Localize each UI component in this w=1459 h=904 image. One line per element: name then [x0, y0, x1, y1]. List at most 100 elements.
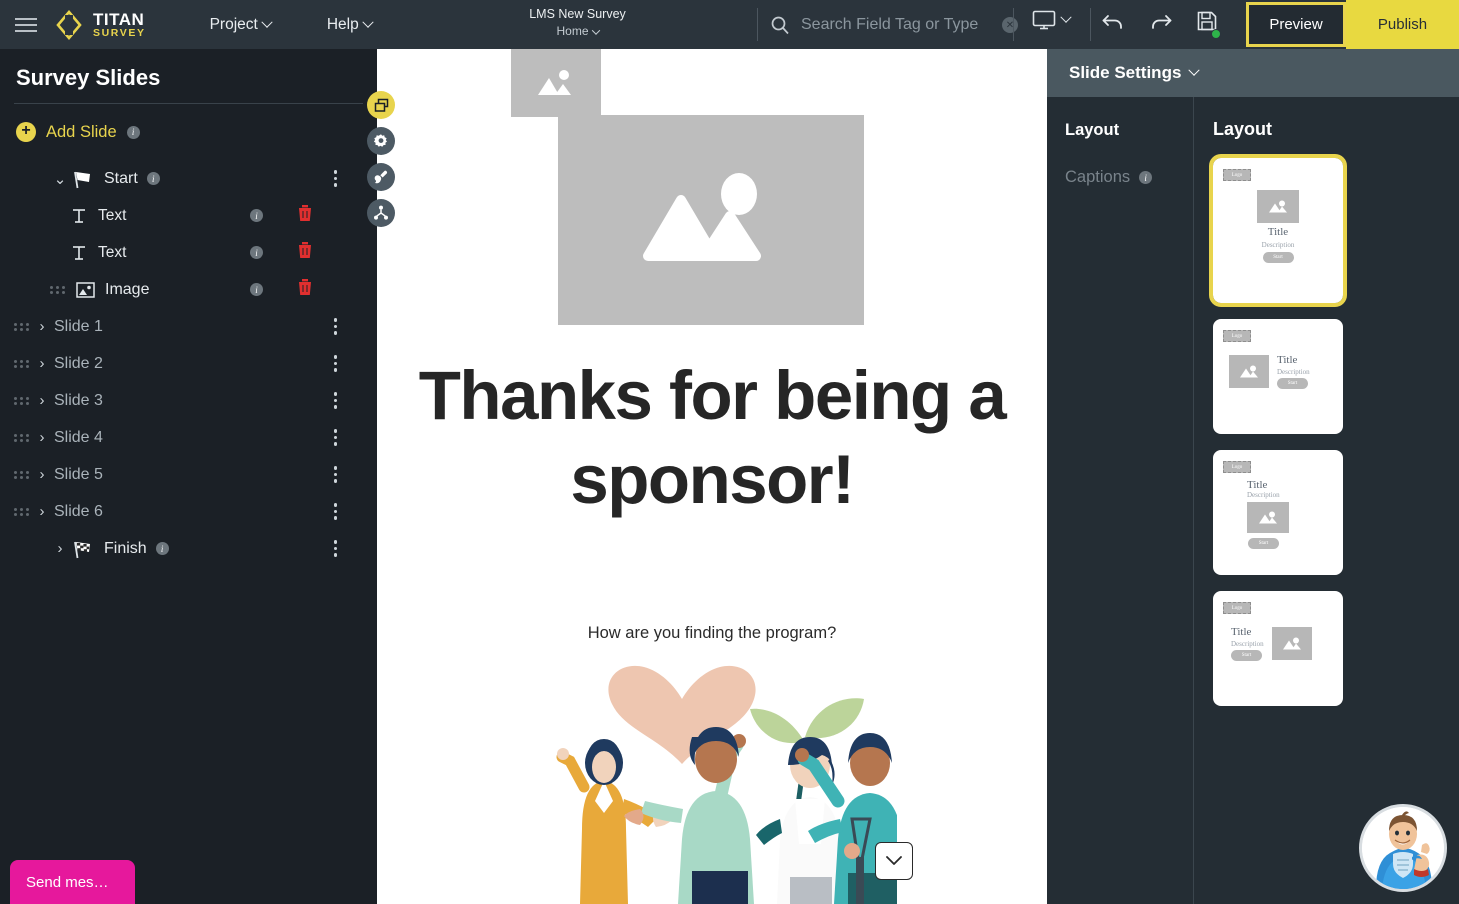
- preview-button[interactable]: Preview: [1246, 2, 1346, 47]
- undo-icon[interactable]: [1100, 8, 1126, 39]
- duplicate-icon[interactable]: [367, 91, 395, 119]
- branch-icon[interactable]: [367, 199, 395, 227]
- save-icon[interactable]: [1196, 10, 1221, 39]
- drag-handle-icon[interactable]: [14, 470, 30, 479]
- slide-headline[interactable]: Thanks for being a sponsor!: [417, 354, 1007, 522]
- main-image-placeholder[interactable]: [558, 115, 864, 325]
- thumb-image-placeholder: [1271, 627, 1312, 660]
- tree-node-slide-3[interactable]: › Slide 3: [14, 382, 363, 419]
- top-bar: TITAN SURVEY Project Help LMS New Survey…: [0, 0, 1459, 49]
- tree-node-slide-1[interactable]: › Slide 1: [14, 308, 363, 345]
- tree-child-label: Image: [105, 280, 150, 298]
- add-slide-button[interactable]: + Add Slide i: [14, 118, 363, 146]
- layout-thumb-image-left[interactable]: Logo Title Description Start: [1213, 319, 1343, 434]
- info-icon[interactable]: i: [155, 542, 169, 555]
- settings-tab-layout[interactable]: Layout: [1065, 121, 1193, 140]
- delete-icon[interactable]: [297, 278, 313, 301]
- info-icon[interactable]: i: [250, 283, 263, 296]
- chevron-right-icon[interactable]: ›: [30, 429, 54, 446]
- layout-thumb-centered[interactable]: Logo Title Description Start: [1209, 154, 1347, 307]
- sidebar-fab-group: [367, 91, 395, 227]
- node-menu-icon[interactable]: [333, 318, 337, 335]
- delete-icon[interactable]: [297, 204, 313, 227]
- drag-handle-icon[interactable]: [14, 359, 30, 368]
- menu-help[interactable]: Help: [319, 16, 380, 34]
- chevron-right-icon[interactable]: ›: [30, 503, 54, 520]
- tree-node-slide-2[interactable]: › Slide 2: [14, 345, 363, 382]
- chevron-down-icon: [362, 16, 374, 28]
- sidebar-title: Survey Slides: [16, 65, 161, 90]
- divider: [14, 103, 363, 104]
- device-preview-selector[interactable]: [1032, 10, 1072, 30]
- tree-node-label: Slide 5: [54, 465, 103, 483]
- tree-child-image[interactable]: Image i: [14, 271, 363, 308]
- slide-settings-header[interactable]: Slide Settings: [1047, 49, 1459, 97]
- redo-icon[interactable]: [1148, 8, 1174, 39]
- tree-node-finish[interactable]: › Finish i: [14, 530, 363, 567]
- drag-handle-icon[interactable]: [14, 507, 30, 516]
- document-title: LMS New Survey: [529, 7, 626, 21]
- layout-thumb-text-above-image[interactable]: Logo Title Description Start: [1213, 450, 1343, 575]
- drag-handle-icon[interactable]: [14, 322, 30, 331]
- chevron-down-icon[interactable]: ⌄: [48, 170, 72, 188]
- monitor-icon: [1032, 10, 1056, 30]
- tree-node-slide-5[interactable]: › Slide 5: [14, 456, 363, 493]
- layout-section-title: Layout: [1213, 119, 1273, 139]
- app-root: TITAN SURVEY Project Help LMS New Survey…: [0, 0, 1459, 904]
- slide-subline[interactable]: How are you finding the program?: [417, 624, 1007, 643]
- node-menu-icon[interactable]: [333, 355, 337, 372]
- titan-diamond-icon: [56, 9, 82, 40]
- drag-handle-icon[interactable]: [14, 433, 30, 442]
- thumb-description: Description: [1277, 368, 1310, 376]
- node-menu-icon[interactable]: [333, 392, 337, 409]
- brush-icon[interactable]: [367, 163, 395, 191]
- chevron-right-icon[interactable]: ›: [48, 540, 72, 557]
- chevron-down-icon: [591, 25, 600, 35]
- search-clear-icon[interactable]: ✕: [1002, 17, 1018, 33]
- scroll-down-button[interactable]: [875, 842, 913, 880]
- tree-node-start[interactable]: ⌄ Start i: [14, 160, 363, 197]
- drag-handle-icon[interactable]: [14, 396, 30, 405]
- info-icon[interactable]: i: [250, 246, 263, 259]
- text-icon: [70, 244, 88, 262]
- chevron-right-icon[interactable]: ›: [30, 392, 54, 409]
- slide-settings-title: Slide Settings: [1069, 63, 1182, 82]
- document-breadcrumb[interactable]: Home: [480, 23, 675, 40]
- support-mascot-avatar[interactable]: [1359, 804, 1447, 892]
- menu-project[interactable]: Project: [202, 16, 279, 34]
- brand-logo[interactable]: TITAN SURVEY: [54, 9, 146, 40]
- node-menu-icon[interactable]: [333, 429, 337, 446]
- node-menu-icon[interactable]: [333, 170, 337, 187]
- logo-image-placeholder[interactable]: [511, 49, 601, 117]
- drag-handle-icon[interactable]: [50, 285, 66, 294]
- info-icon[interactable]: i: [250, 209, 263, 222]
- tree-child-text-1[interactable]: Text i: [14, 197, 363, 234]
- node-menu-icon[interactable]: [333, 466, 337, 483]
- node-menu-icon[interactable]: [333, 540, 337, 557]
- chevron-right-icon[interactable]: ›: [30, 318, 54, 335]
- delete-icon[interactable]: [297, 241, 313, 264]
- chevron-right-icon[interactable]: ›: [30, 355, 54, 372]
- gear-icon[interactable]: [367, 127, 395, 155]
- save-status-badge: [1211, 29, 1221, 39]
- thumb-start-button: Start: [1277, 378, 1308, 389]
- tree-node-slide-4[interactable]: › Slide 4: [14, 419, 363, 456]
- publish-button[interactable]: Publish: [1346, 0, 1459, 49]
- chat-launcher-button[interactable]: Send mes…: [10, 860, 135, 904]
- thumb-image-placeholder: [1247, 502, 1289, 533]
- tree-node-label: Slide 6: [54, 502, 103, 520]
- hamburger-icon[interactable]: [0, 0, 52, 49]
- info-icon[interactable]: i: [1139, 171, 1153, 184]
- info-icon[interactable]: i: [126, 125, 140, 139]
- tree-node-slide-6[interactable]: › Slide 6: [14, 493, 363, 530]
- info-icon[interactable]: i: [146, 172, 160, 185]
- tree-child-text-2[interactable]: Text i: [14, 234, 363, 271]
- thumb-description: Description: [1247, 491, 1280, 499]
- node-menu-icon[interactable]: [333, 503, 337, 520]
- search-icon: [771, 16, 789, 35]
- settings-tab-captions[interactable]: Captions i: [1065, 168, 1193, 187]
- chevron-right-icon[interactable]: ›: [30, 466, 54, 483]
- search-box[interactable]: ✕: [770, 10, 1018, 40]
- search-input[interactable]: [801, 16, 991, 34]
- layout-thumb-image-right[interactable]: Logo Title Description Start: [1213, 591, 1343, 706]
